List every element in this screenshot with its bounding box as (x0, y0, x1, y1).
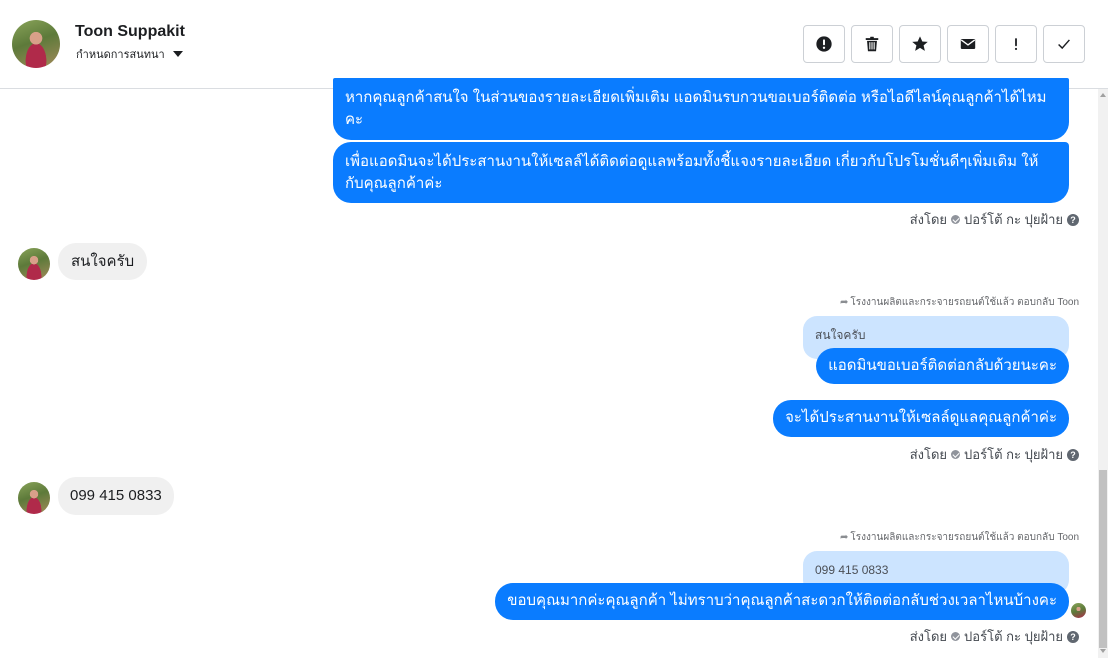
question-mark-icon[interactable]: ? (1067, 630, 1079, 643)
question-mark-icon[interactable]: ? (1067, 448, 1079, 461)
outgoing-message[interactable]: จะได้ประสานงานให้เซลล์ดูแลคุณลูกค้าค่ะ (773, 400, 1069, 437)
question-mark-icon[interactable]: ? (1067, 213, 1079, 226)
schedule-conversation-dropdown[interactable]: กำหนดการสนทนา (76, 45, 183, 63)
checkmark-icon (1058, 39, 1070, 50)
incoming-message[interactable]: 099 415 0833 (58, 477, 174, 515)
contact-avatar-small (18, 248, 50, 280)
header-actions (803, 25, 1085, 63)
sender-name: ปอร์โต้ กะ ปุยฝ้าย (964, 212, 1063, 227)
incoming-message[interactable]: สนใจครับ (58, 243, 148, 280)
verified-check-icon (951, 450, 961, 459)
contact-avatar[interactable] (12, 20, 60, 68)
caret-down-icon (172, 51, 183, 57)
outgoing-message[interactable]: ขอบคุณมากค่ะคุณลูกค้า ไม่ทราบว่าคุณลูกค้… (495, 583, 1069, 620)
mark-unread-button[interactable] (947, 25, 989, 63)
delete-button[interactable] (851, 25, 893, 63)
envelope-icon (960, 39, 976, 49)
schedule-conversation-label: กำหนดการสนทนา (76, 49, 165, 61)
reply-info-text: โรงงานผลิตและกระจายรถยนต์ใช้แล้ว ตอบกลับ… (850, 297, 1079, 308)
mark-done-button[interactable] (1043, 25, 1085, 63)
outgoing-message[interactable]: แอดมินขอเบอร์ติดต่อกลับด้วยนะคะ (816, 348, 1069, 384)
scroll-up-arrow-icon[interactable] (1100, 93, 1106, 97)
star-icon (912, 36, 928, 51)
contact-name[interactable]: Toon Suppakit (75, 23, 185, 41)
sent-by-info: ส่งโดย ปอร์โต้ กะ ปุยฝ้าย ? (910, 626, 1079, 647)
sent-by-label: ส่งโดย (909, 447, 948, 462)
exclamation-circle-icon (816, 36, 832, 52)
mark-spam-button[interactable] (803, 25, 845, 63)
verified-check-icon (951, 632, 961, 641)
reply-info: ➦ โรงงานผลิตและกระจายรถยนต์ใช้แล้ว ตอบกล… (840, 295, 1079, 310)
sent-by-label: ส่งโดย (909, 629, 948, 644)
reply-arrow-icon: ➦ (840, 297, 849, 308)
exclamation-icon (1014, 38, 1018, 51)
sent-by-info: ส่งโดย ปอร์โต้ กะ ปุยฝ้าย ? (910, 209, 1079, 230)
outgoing-message[interactable]: เพื่อแอดมินจะได้ประสานงานให้เซลล์ได้ติดต… (333, 142, 1069, 203)
reply-info: ➦ โรงงานผลิตและกระจายรถยนต์ใช้แล้ว ตอบกล… (840, 530, 1079, 545)
star-button[interactable] (899, 25, 941, 63)
conversation-header: Toon Suppakit กำหนดการสนทนา (0, 0, 1108, 89)
outgoing-message[interactable]: หากคุณลูกค้าสนใจ ในส่วนของรายละเอียดเพิ่… (333, 78, 1069, 140)
contact-avatar-small (18, 482, 50, 514)
sent-by-label: ส่งโดย (909, 212, 948, 227)
sent-by-info: ส่งโดย ปอร์โต้ กะ ปุยฝ้าย ? (910, 444, 1079, 465)
follow-up-button[interactable] (995, 25, 1037, 63)
reply-info-text: โรงงานผลิตและกระจายรถยนต์ใช้แล้ว ตอบกลับ… (850, 532, 1079, 543)
trash-icon (865, 36, 879, 52)
scroll-down-arrow-icon[interactable] (1100, 649, 1106, 653)
sender-name: ปอร์โต้ กะ ปุยฝ้าย (964, 447, 1063, 462)
seen-by-avatar (1071, 603, 1086, 618)
sender-name: ปอร์โต้ กะ ปุยฝ้าย (964, 629, 1063, 644)
reply-arrow-icon: ➦ (840, 532, 849, 543)
scrollbar-thumb[interactable] (1099, 470, 1107, 648)
verified-check-icon (951, 215, 961, 224)
